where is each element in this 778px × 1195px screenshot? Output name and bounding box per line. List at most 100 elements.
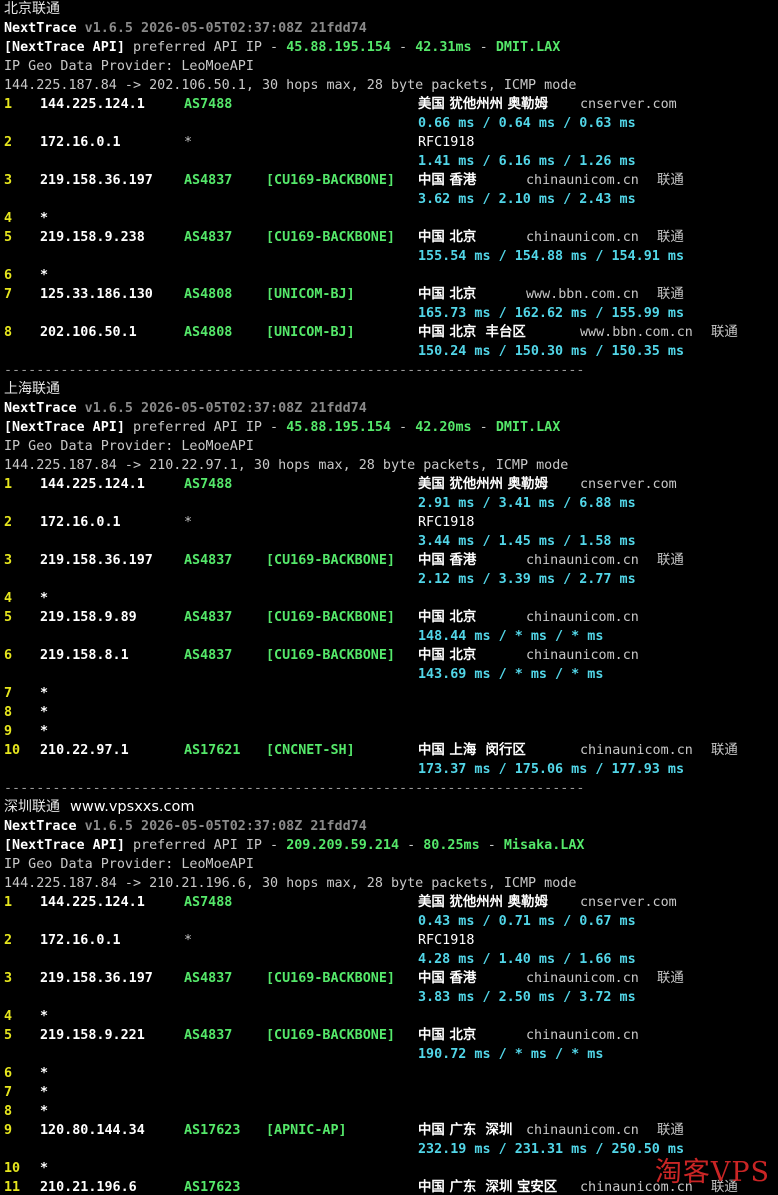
- hop-geo: 中国 北京: [418, 610, 477, 625]
- hop-ip: *: [40, 1161, 49, 1176]
- hop-number: 2: [4, 135, 13, 150]
- hop-rtt-line: 2.12 ms / 3.39 ms / 2.77 ms: [4, 570, 778, 589]
- hop-ip: 125.33.186.130: [40, 287, 153, 302]
- hop-domain: cnserver.com: [580, 477, 677, 492]
- app-name: NextTrace: [4, 401, 77, 416]
- route-line: 144.225.187.84 -> 202.106.50.1, 30 hops …: [4, 76, 778, 95]
- geo-provider: IP Geo Data Provider: LeoMoeAPI: [4, 59, 254, 74]
- hop-asn: AS4837: [184, 971, 233, 986]
- api-dash: -: [391, 40, 416, 55]
- hop-asn: AS17623: [184, 1123, 241, 1138]
- hop-row: 2 172.16.0.1 * RFC1918: [4, 513, 778, 532]
- hop-row: 4 *: [4, 589, 778, 608]
- hop-tag: [CU169-BACKBONE]: [266, 648, 395, 663]
- hop-rtt: 165.73 ms / 162.62 ms / 155.99 ms: [418, 306, 685, 321]
- hop-asn: AS4837: [184, 230, 233, 245]
- hop-ip: 144.225.124.1: [40, 477, 145, 492]
- hop-isp: 联通: [656, 230, 684, 245]
- hop-tag: [CU169-BACKBONE]: [266, 553, 395, 568]
- hop-isp: 联通: [656, 553, 684, 568]
- hop-number: 7: [4, 1085, 13, 1100]
- hop-isp: 联通: [710, 325, 738, 340]
- hop-ip: 219.158.8.1: [40, 648, 129, 663]
- hop-number: 10: [4, 743, 21, 758]
- hop-row: 1 144.225.124.1 AS7488 美国 犹他州州 奥勒姆 cnserver.…: [4, 95, 778, 114]
- geo-provider: IP Geo Data Provider: LeoMoeAPI: [4, 857, 254, 872]
- hop-number: 10: [4, 1161, 21, 1176]
- hop-number: 11: [4, 1180, 21, 1195]
- hop-number: 3: [4, 971, 13, 986]
- hop-isp: 联通: [710, 743, 738, 758]
- hop-tag: [CU169-BACKBONE]: [266, 610, 395, 625]
- hop-number: 6: [4, 648, 13, 663]
- hop-asn: *: [184, 933, 193, 948]
- separator-line: ----------------------------------------…: [4, 779, 778, 798]
- hop-geo: 中国 香港: [418, 553, 477, 568]
- hop-domain: chinaunicom.cn: [526, 1028, 639, 1043]
- hop-rtt: 148.44 ms / * ms / * ms: [418, 629, 604, 644]
- hop-rtt-line: 155.54 ms / 154.88 ms / 154.91 ms: [4, 247, 778, 266]
- hop-rtt-line: 148.44 ms / * ms / * ms: [4, 627, 778, 646]
- hop-row: 9 *: [4, 722, 778, 741]
- hop-row: 3 219.158.36.197 AS4837 [CU169-BACKBONE] 中国 …: [4, 969, 778, 988]
- version-line: NextTrace v1.6.5 2026-05-05T02:37:08Z 21…: [4, 817, 778, 836]
- hop-geo: 中国 北京: [418, 1028, 477, 1043]
- hop-geo: 中国 香港: [418, 971, 477, 986]
- hop-number: 4: [4, 591, 13, 606]
- route-info: 144.225.187.84 -> 210.21.196.6, 30 hops …: [4, 876, 577, 891]
- hop-ip: *: [40, 591, 49, 606]
- hop-rtt-line: 1.41 ms / 6.16 ms / 1.26 ms: [4, 152, 778, 171]
- hop-rtt: 150.24 ms / 150.30 ms / 150.35 ms: [418, 344, 685, 359]
- version-line: NextTrace v1.6.5 2026-05-05T02:37:08Z 21…: [4, 19, 778, 38]
- route-info: 144.225.187.84 -> 210.22.97.1, 30 hops m…: [4, 458, 569, 473]
- hop-geo: 美国 犹他州州 奥勒姆: [418, 477, 548, 492]
- hop-rtt: 3.62 ms / 2.10 ms / 2.43 ms: [418, 192, 636, 207]
- hop-ip: 172.16.0.1: [40, 135, 121, 150]
- hop-rtt: 1.41 ms / 6.16 ms / 1.26 ms: [418, 154, 636, 169]
- hop-ip: *: [40, 1104, 49, 1119]
- hop-row: 6 *: [4, 1064, 778, 1083]
- hop-asn: AS4808: [184, 287, 233, 302]
- hop-isp: 联通: [656, 971, 684, 986]
- api-dash: -: [471, 420, 496, 435]
- hop-asn: *: [184, 515, 193, 530]
- hop-geo: 中国 北京: [418, 230, 477, 245]
- section-title-line: 北京联通: [4, 0, 778, 19]
- hop-row: 4 *: [4, 209, 778, 228]
- hop-geo: 美国 犹他州州 奥勒姆: [418, 97, 548, 112]
- api-text: preferred API IP -: [124, 838, 287, 853]
- section-title-line: 上海联通: [4, 380, 778, 399]
- hop-rtt: 2.91 ms / 3.41 ms / 6.88 ms: [418, 496, 636, 511]
- hop-row: 7 *: [4, 684, 778, 703]
- hop-ip: *: [40, 1085, 49, 1100]
- hop-isp: 联通: [656, 173, 684, 188]
- hop-ip: *: [40, 211, 49, 226]
- geo-provider-line: IP Geo Data Provider: LeoMoeAPI: [4, 57, 778, 76]
- hop-geo: RFC1918: [418, 515, 475, 530]
- hop-ip: 172.16.0.1: [40, 515, 121, 530]
- api-latency: 80.25ms: [423, 838, 480, 853]
- hop-isp: 联通: [656, 1123, 684, 1138]
- api-ip: 45.88.195.154: [286, 40, 391, 55]
- hop-rtt-line: 190.72 ms / * ms / * ms: [4, 1045, 778, 1064]
- hop-asn: AS4837: [184, 1028, 233, 1043]
- hop-geo: 中国 北京: [418, 287, 477, 302]
- site-url: www.vpsxxs.com: [70, 799, 195, 815]
- hop-domain: www.bbn.com.cn: [580, 325, 693, 340]
- geo-provider-line: IP Geo Data Provider: LeoMoeAPI: [4, 855, 778, 874]
- hop-rtt: 2.12 ms / 3.39 ms / 2.77 ms: [418, 572, 636, 587]
- section-title: 北京联通: [4, 1, 60, 17]
- hop-tag: [UNICOM-BJ]: [266, 325, 355, 340]
- version-info: v1.6.5 2026-05-05T02:37:08Z 21fdd74: [84, 21, 367, 36]
- hop-number: 8: [4, 325, 13, 340]
- hop-geo: RFC1918: [418, 135, 475, 150]
- separator: ----------------------------------------…: [4, 781, 585, 796]
- hop-row: 2 172.16.0.1 * RFC1918: [4, 931, 778, 950]
- api-prefix: [NextTrace API]: [4, 420, 125, 435]
- hop-asn: AS17623: [184, 1180, 241, 1195]
- hop-row: 1 144.225.124.1 AS7488 美国 犹他州州 奥勒姆 cnserver.…: [4, 475, 778, 494]
- hop-ip: 219.158.36.197: [40, 971, 153, 986]
- section-title-line: 深圳联通 www.vpsxxs.com: [4, 798, 778, 817]
- hop-geo: 美国 犹他州州 奥勒姆: [418, 895, 548, 910]
